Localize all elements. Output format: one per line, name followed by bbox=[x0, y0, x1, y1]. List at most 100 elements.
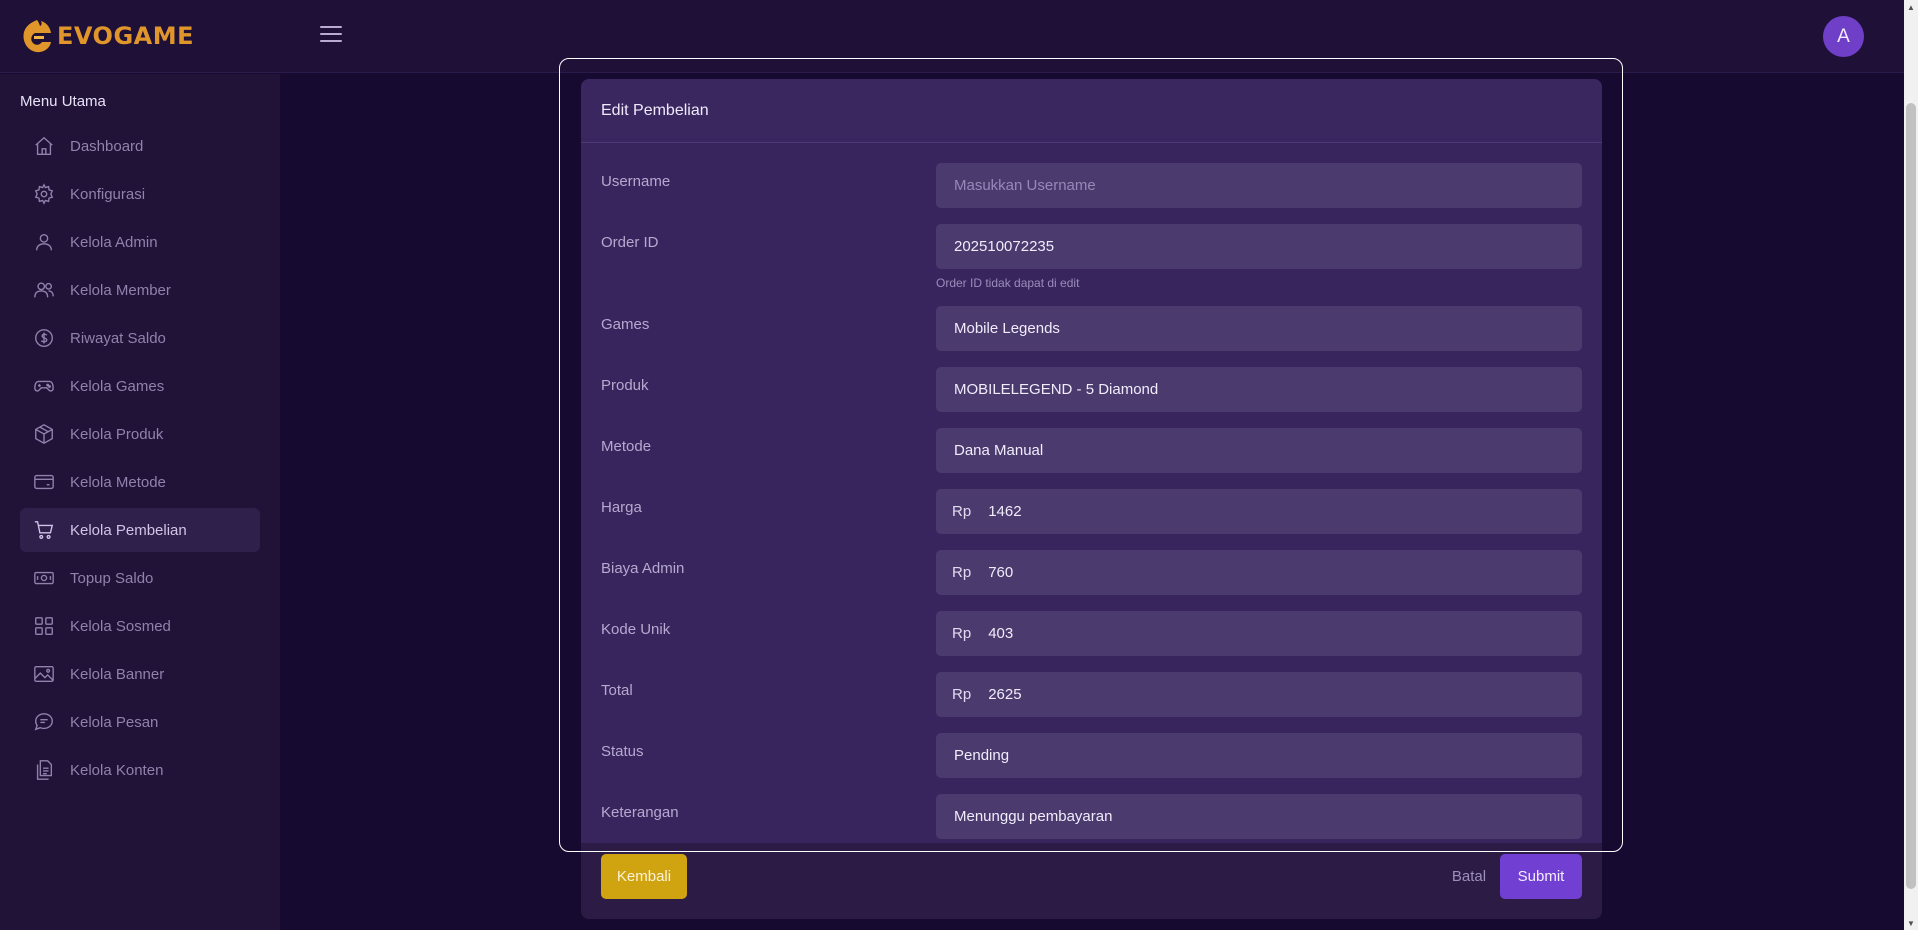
form-body: Username Masukkan Username Order ID 2025… bbox=[581, 143, 1602, 843]
sidebar-item-label: Riwayat Saldo bbox=[70, 329, 166, 347]
sidebar-item-label: Kelola Games bbox=[70, 377, 165, 395]
cash-icon bbox=[33, 567, 55, 589]
brand-name: EVOGAME bbox=[57, 22, 194, 50]
sidebar-item-label: Dashboard bbox=[70, 137, 144, 155]
produk-row: Produk MOBILELEGEND - 5 Diamond bbox=[581, 367, 1602, 428]
biaya-admin-input[interactable]: Rp 760 bbox=[936, 550, 1582, 595]
kode-unik-input[interactable]: Rp 403 bbox=[936, 611, 1582, 656]
dollar-circle-icon bbox=[33, 327, 55, 349]
biaya-admin-value: 760 bbox=[988, 564, 1014, 581]
sidebar-item-label: Kelola Admin bbox=[70, 233, 158, 251]
gear-icon bbox=[33, 183, 55, 205]
menu-toggle-icon[interactable] bbox=[320, 26, 342, 46]
document-icon bbox=[33, 759, 55, 781]
avatar[interactable]: A bbox=[1823, 16, 1864, 57]
username-row: Username Masukkan Username bbox=[581, 163, 1602, 224]
metode-input[interactable]: Dana Manual bbox=[936, 428, 1582, 473]
sidebar-item-kelola-banner[interactable]: Kelola Banner bbox=[20, 652, 260, 696]
harga-row: Harga Rp 1462 bbox=[581, 489, 1602, 550]
sidebar-item-kelola-metode[interactable]: Kelola Metode bbox=[20, 460, 260, 504]
sidebar-item-label: Kelola Pesan bbox=[70, 713, 159, 731]
sidebar-item-label: Kelola Konten bbox=[70, 761, 164, 779]
kode-unik-value: 403 bbox=[988, 625, 1014, 642]
total-label: Total bbox=[601, 682, 633, 699]
kode-unik-label: Kode Unik bbox=[601, 621, 671, 638]
harga-input[interactable]: Rp 1462 bbox=[936, 489, 1582, 534]
flame-e-logo-icon bbox=[23, 20, 51, 53]
box-icon bbox=[33, 423, 55, 445]
produk-input[interactable]: MOBILELEGEND - 5 Diamond bbox=[936, 367, 1582, 412]
order-id-row: Order ID 202510072235 Order ID tidak dap… bbox=[581, 224, 1602, 306]
harga-value: 1462 bbox=[988, 503, 1022, 520]
produk-label: Produk bbox=[601, 377, 649, 394]
sidebar-title: Menu Utama bbox=[20, 93, 106, 110]
currency-prefix: Rp bbox=[952, 503, 972, 520]
sidebar-item-kelola-pesan[interactable]: Kelola Pesan bbox=[20, 700, 260, 744]
form-footer: Kembali Batal Submit bbox=[581, 843, 1602, 919]
edit-pembelian-card: Edit Pembelian Username Masukkan Usernam… bbox=[581, 79, 1602, 919]
sidebar-item-kelola-admin[interactable]: Kelola Admin bbox=[20, 220, 260, 264]
grid-icon bbox=[33, 615, 55, 637]
gamepad-icon bbox=[33, 375, 55, 397]
image-icon bbox=[33, 663, 55, 685]
scroll-thumb[interactable] bbox=[1906, 103, 1916, 889]
scroll-down-arrow-icon[interactable]: ▼ bbox=[1904, 916, 1918, 930]
sidebar-item-riwayat-saldo[interactable]: Riwayat Saldo bbox=[20, 316, 260, 360]
sidebar-item-label: Kelola Metode bbox=[70, 473, 166, 491]
back-button[interactable]: Kembali bbox=[601, 854, 687, 899]
total-input[interactable]: Rp 2625 bbox=[936, 672, 1582, 717]
page-scrollbar[interactable]: ▲ ▼ bbox=[1904, 0, 1918, 930]
currency-prefix: Rp bbox=[952, 686, 972, 703]
keterangan-input[interactable]: Menunggu pembayaran bbox=[936, 794, 1582, 839]
sidebar-item-konfigurasi[interactable]: Konfigurasi bbox=[20, 172, 260, 216]
sidebar-item-kelola-games[interactable]: Kelola Games bbox=[20, 364, 260, 408]
user-icon bbox=[33, 231, 55, 253]
sidebar-item-topup-saldo[interactable]: Topup Saldo bbox=[20, 556, 260, 600]
currency-prefix: Rp bbox=[952, 564, 972, 581]
sidebar-item-label: Kelola Sosmed bbox=[70, 617, 171, 635]
users-icon bbox=[33, 279, 55, 301]
harga-label: Harga bbox=[601, 499, 642, 516]
biaya-admin-label: Biaya Admin bbox=[601, 560, 685, 577]
cancel-button[interactable]: Batal bbox=[1441, 854, 1497, 899]
sidebar-item-label: Kelola Banner bbox=[70, 665, 165, 683]
metode-row: Metode Dana Manual bbox=[581, 428, 1602, 489]
sidebar-item-dashboard[interactable]: Dashboard bbox=[20, 124, 260, 168]
sidebar-item-label: Topup Saldo bbox=[70, 569, 154, 587]
username-input[interactable]: Masukkan Username bbox=[936, 163, 1582, 208]
sidebar-item-kelola-sosmed[interactable]: Kelola Sosmed bbox=[20, 604, 260, 648]
kode-unik-row: Kode Unik Rp 403 bbox=[581, 611, 1602, 672]
games-input[interactable]: Mobile Legends bbox=[936, 306, 1582, 351]
scroll-up-arrow-icon[interactable]: ▲ bbox=[1904, 0, 1918, 14]
status-row: Status Pending bbox=[581, 733, 1602, 794]
card-icon bbox=[33, 471, 55, 493]
sidebar-item-kelola-produk[interactable]: Kelola Produk bbox=[20, 412, 260, 456]
sidebar-item-kelola-member[interactable]: Kelola Member bbox=[20, 268, 260, 312]
order-id-label: Order ID bbox=[601, 234, 659, 251]
home-icon bbox=[33, 135, 55, 157]
sidebar-item-label: Kelola Pembelian bbox=[70, 521, 187, 539]
sidebar-item-kelola-pembelian[interactable]: Kelola Pembelian bbox=[20, 508, 260, 552]
total-row: Total Rp 2625 bbox=[581, 672, 1602, 733]
status-label: Status bbox=[601, 743, 644, 760]
games-label: Games bbox=[601, 316, 650, 333]
message-icon bbox=[33, 711, 55, 733]
sidebar-item-label: Kelola Member bbox=[70, 281, 171, 299]
card-title: Edit Pembelian bbox=[581, 79, 1602, 143]
username-label: Username bbox=[601, 173, 671, 190]
status-input[interactable]: Pending bbox=[936, 733, 1582, 778]
currency-prefix: Rp bbox=[952, 625, 972, 642]
order-id-input[interactable]: 202510072235 bbox=[936, 224, 1582, 269]
brand-logo[interactable]: EVOGAME bbox=[20, 18, 194, 54]
keterangan-label: Keterangan bbox=[601, 804, 679, 821]
games-row: Games Mobile Legends bbox=[581, 306, 1602, 367]
sidebar-item-kelola-konten[interactable]: Kelola Konten bbox=[20, 748, 260, 792]
submit-button[interactable]: Submit bbox=[1500, 854, 1582, 899]
sidebar-item-label: Konfigurasi bbox=[70, 185, 146, 203]
sidebar: Menu Utama Dashboard Konfigurasi Kelola … bbox=[0, 74, 280, 930]
total-value: 2625 bbox=[988, 686, 1022, 703]
biaya-admin-row: Biaya Admin Rp 760 bbox=[581, 550, 1602, 611]
cart-icon bbox=[33, 519, 55, 541]
order-id-help-text: Order ID tidak dapat di edit bbox=[936, 276, 1080, 290]
sidebar-nav: Dashboard Konfigurasi Kelola Admin Kelol… bbox=[20, 124, 260, 796]
